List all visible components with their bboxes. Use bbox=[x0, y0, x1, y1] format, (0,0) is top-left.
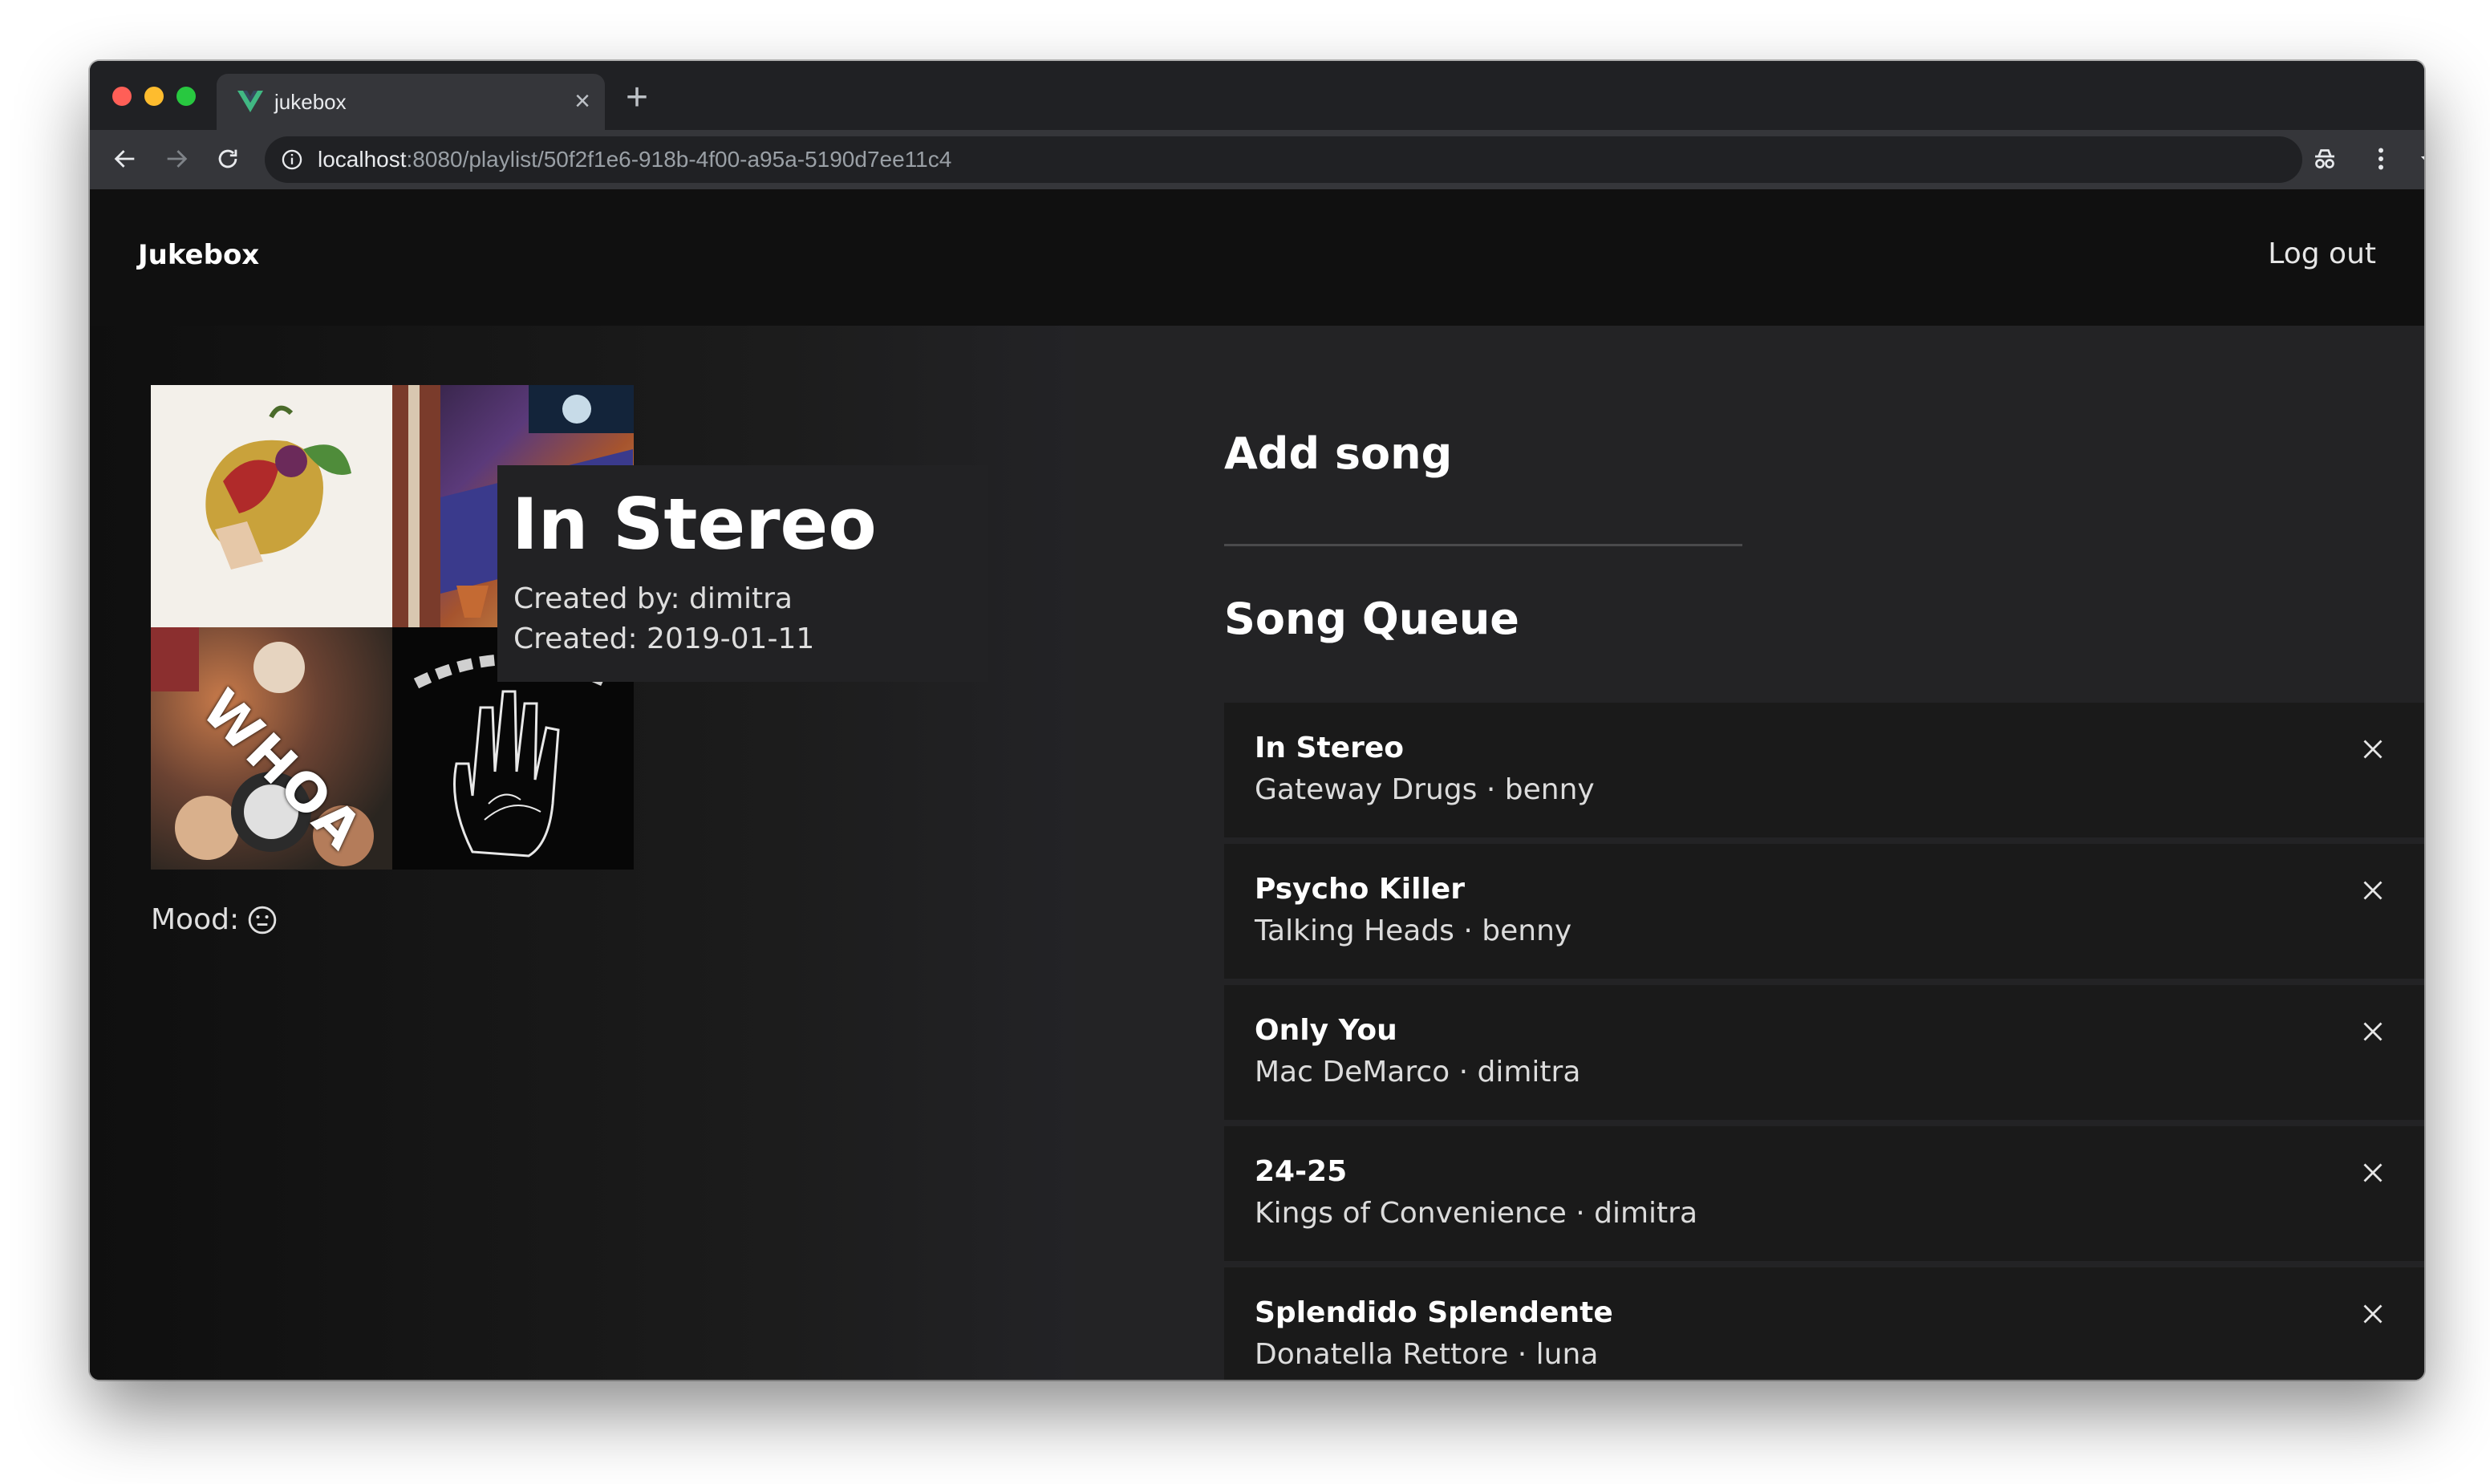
remove-song-button[interactable] bbox=[2355, 1014, 2391, 1049]
queue-item: Splendido Splendente Donatella Rettore ·… bbox=[1224, 1267, 2424, 1380]
playlist-creator: Created by: dimitra bbox=[513, 582, 793, 615]
section-divider bbox=[1224, 544, 1742, 546]
arrow-right-icon bbox=[167, 150, 188, 168]
back-button[interactable] bbox=[106, 140, 144, 178]
address-bar[interactable]: localhost:8080/playlist/50f2f1e6-918b-4f… bbox=[265, 136, 2424, 183]
close-icon bbox=[2363, 881, 2383, 900]
playlist-created-date: Created: 2019-01-11 bbox=[513, 622, 815, 655]
remove-song-button[interactable] bbox=[2355, 732, 2391, 767]
song-title: Only You bbox=[1255, 1014, 1397, 1047]
song-title: Splendido Splendente bbox=[1255, 1296, 1613, 1329]
kebab-menu-icon[interactable] bbox=[2366, 144, 2395, 173]
song-title: 24-25 bbox=[1255, 1155, 1348, 1188]
remove-song-button[interactable] bbox=[2355, 1155, 2391, 1190]
close-window-button[interactable] bbox=[112, 87, 132, 106]
close-icon bbox=[2363, 1022, 2383, 1041]
reload-icon bbox=[218, 149, 237, 168]
tab-jukebox[interactable]: jukebox × bbox=[217, 74, 605, 130]
song-artist-user: Gateway Drugs · benny bbox=[1255, 773, 1595, 806]
cover-art-fruit bbox=[151, 385, 392, 627]
app-root: Jukebox Log out WHOA In Stereo Created b… bbox=[90, 189, 2424, 1380]
add-song-heading[interactable]: Add song bbox=[1224, 428, 1452, 479]
tab-strip: jukebox × + bbox=[90, 61, 2424, 130]
close-icon bbox=[2363, 740, 2383, 759]
mood-label: Mood: bbox=[151, 903, 240, 936]
song-artist-user: Mac DeMarco · dimitra bbox=[1255, 1056, 1581, 1089]
song-queue-list: In Stereo Gateway Drugs · benny Psycho K… bbox=[1224, 703, 2424, 1380]
song-queue-heading: Song Queue bbox=[1224, 594, 1519, 644]
arrow-left-icon bbox=[114, 150, 135, 168]
song-title: In Stereo bbox=[1255, 732, 1405, 764]
info-icon[interactable] bbox=[281, 148, 303, 171]
song-artist-user: Kings of Convenience · dimitra bbox=[1255, 1197, 1698, 1230]
reload-button[interactable] bbox=[209, 140, 247, 178]
tab-close-button[interactable]: × bbox=[574, 85, 590, 117]
fruit-collage-image bbox=[205, 405, 351, 570]
queue-item: Only You Mac DeMarco · dimitra bbox=[1224, 985, 2424, 1120]
close-icon bbox=[2363, 1304, 2383, 1324]
incognito-icon[interactable] bbox=[2310, 144, 2339, 173]
vue-logo-icon bbox=[237, 91, 263, 112]
logout-link[interactable]: Log out bbox=[2268, 237, 2376, 270]
song-title: Psycho Killer bbox=[1255, 873, 1465, 906]
neutral-face-icon bbox=[248, 906, 277, 934]
queue-item: 24-25 Kings of Convenience · dimitra bbox=[1224, 1126, 2424, 1261]
playlist-title: In Stereo bbox=[512, 483, 877, 566]
tab-title: jukebox bbox=[274, 90, 347, 114]
browser-window: jukebox × + localhost:8080/playlist/50f2… bbox=[90, 61, 2424, 1380]
new-tab-button[interactable]: + bbox=[626, 79, 648, 117]
playlist-info-card: In Stereo Created by: dimitra Created: 2… bbox=[497, 465, 988, 682]
queue-item: In Stereo Gateway Drugs · benny bbox=[1224, 703, 2424, 837]
url-path: :8080/playlist/50f2f1e6-918b-4f00-a95a-5… bbox=[406, 147, 952, 172]
remove-song-button[interactable] bbox=[2355, 1296, 2391, 1332]
close-icon bbox=[2363, 1163, 2383, 1182]
brand-link[interactable]: Jukebox bbox=[138, 239, 259, 271]
minimize-window-button[interactable] bbox=[144, 87, 164, 106]
playlist-panel: WHOA In Stereo Created by: dimitra Creat… bbox=[90, 326, 1075, 1380]
forward-button[interactable] bbox=[157, 140, 196, 178]
mood-row: Mood: bbox=[151, 903, 278, 936]
maximize-window-button[interactable] bbox=[176, 87, 196, 106]
queue-item: Psycho Killer Talking Heads · benny bbox=[1224, 844, 2424, 979]
star-icon[interactable] bbox=[2419, 146, 2424, 175]
song-artist-user: Donatella Rettore · luna bbox=[1255, 1338, 1599, 1371]
top-navbar: Jukebox Log out bbox=[90, 189, 2424, 326]
remove-song-button[interactable] bbox=[2355, 873, 2391, 908]
song-artist-user: Talking Heads · benny bbox=[1255, 914, 1572, 947]
cover-art-whoa: WHOA bbox=[151, 627, 392, 870]
queue-panel: Add song Song Queue In Stereo Gateway Dr… bbox=[1075, 326, 2424, 1380]
browser-toolbar: localhost:8080/playlist/50f2f1e6-918b-4f… bbox=[90, 130, 2424, 189]
url-text: localhost:8080/playlist/50f2f1e6-918b-4f… bbox=[318, 147, 951, 172]
url-host: localhost bbox=[318, 147, 407, 172]
